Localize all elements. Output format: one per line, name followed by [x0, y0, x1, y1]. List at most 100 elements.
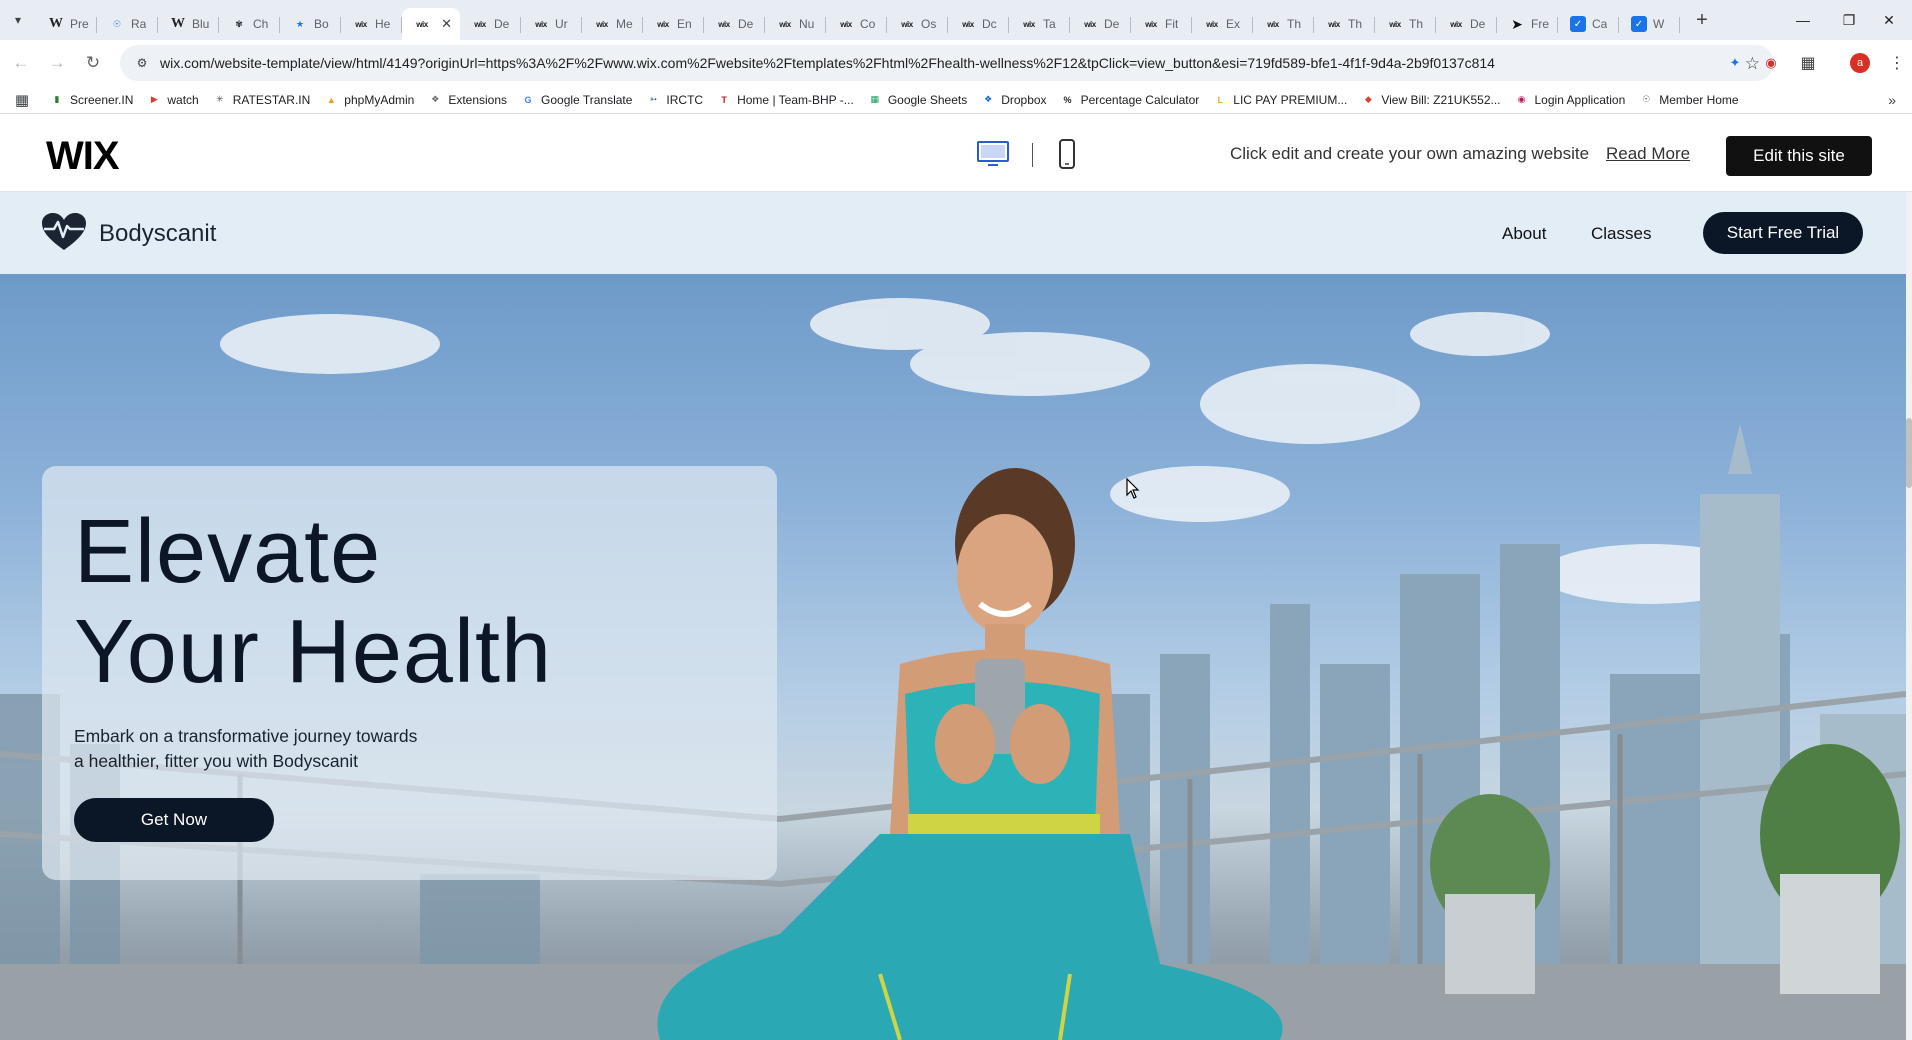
- new-tab-button[interactable]: +: [1686, 4, 1718, 36]
- scrollbar-thumb[interactable]: [1906, 418, 1912, 488]
- wix-favicon-icon: wix: [355, 19, 367, 29]
- bookmark-label: IRCTC: [666, 92, 704, 107]
- framer-favicon-icon: ➤: [1511, 15, 1523, 32]
- hero-title-line1: Elevate: [74, 502, 382, 602]
- start-free-trial-button[interactable]: Start Free Trial: [1703, 212, 1863, 254]
- bill-icon: ◆: [1364, 94, 1372, 104]
- browser-tab[interactable]: wix De: [1070, 8, 1131, 40]
- site-name[interactable]: Bodyscanit: [99, 220, 216, 248]
- browser-menu-icon[interactable]: ⋮: [1886, 52, 1908, 74]
- hero-section: Elevate Your Health Embark on a transfor…: [0, 274, 1906, 1040]
- wix-favicon-icon: wix: [474, 19, 486, 29]
- extensions-puzzle-icon[interactable]: ▦: [1797, 52, 1819, 74]
- browser-tab[interactable]: ✓ Ca: [1558, 8, 1619, 40]
- bookmark-item[interactable]: ▲ phpMyAdmin: [324, 93, 415, 107]
- browser-tab[interactable]: wix Ex: [1192, 8, 1253, 40]
- browser-tab[interactable]: ➤ Fre: [1497, 8, 1558, 40]
- bookmark-item[interactable]: ▮ Screener.IN: [50, 93, 134, 107]
- tab-title: Th: [1409, 17, 1424, 31]
- get-now-button[interactable]: Get Now: [74, 798, 274, 842]
- url-text[interactable]: wix.com/website-template/view/html/4149?…: [160, 55, 1720, 71]
- browser-tab[interactable]: wix En: [643, 8, 704, 40]
- minimize-window-icon[interactable]: —: [1780, 0, 1826, 40]
- site-header: Bodyscanit About Classes Start Free Tria…: [0, 192, 1906, 274]
- browser-tab[interactable]: wix De: [460, 8, 521, 40]
- bookmark-item[interactable]: ☉ Member Home: [1639, 93, 1738, 107]
- close-window-icon[interactable]: ✕: [1866, 0, 1912, 40]
- desktop-view-icon[interactable]: [976, 140, 1010, 168]
- wix-logo[interactable]: WIX: [46, 134, 120, 179]
- browser-tab[interactable]: W Pre: [36, 8, 97, 40]
- edit-this-site-button[interactable]: Edit this site: [1726, 136, 1872, 176]
- read-more-link[interactable]: Read More: [1606, 144, 1690, 164]
- tab-title: Me: [616, 17, 633, 31]
- browser-tab[interactable]: wix Ta: [1009, 8, 1070, 40]
- browser-toolbar: ← → ↻ ⚙ wix.com/website-template/view/ht…: [0, 40, 1912, 86]
- bookmark-item[interactable]: ❖ Dropbox: [981, 93, 1046, 107]
- percent-icon: %: [1063, 94, 1072, 105]
- browser-tab[interactable]: ★ Bo: [280, 8, 341, 40]
- reload-icon[interactable]: ↻: [78, 48, 108, 78]
- bookmark-item[interactable]: ◆ View Bill: Z21UK552...: [1361, 93, 1501, 107]
- browser-tab[interactable]: ☉ Ra: [97, 8, 158, 40]
- translate-icon: G: [524, 94, 532, 105]
- bookmark-item[interactable]: L LIC PAY PREMIUM...: [1213, 93, 1348, 107]
- browser-tab[interactable]: wix Co: [826, 8, 887, 40]
- browser-tab[interactable]: wix Ur: [521, 8, 582, 40]
- browser-tab[interactable]: wix De: [1436, 8, 1497, 40]
- page-scrollbar[interactable]: [1906, 192, 1912, 1040]
- wix-favicon-icon: wix: [1084, 19, 1096, 29]
- browser-tab[interactable]: wix Th: [1375, 8, 1436, 40]
- browser-tab[interactable]: W Blu: [158, 8, 219, 40]
- tab-title: De: [494, 17, 510, 31]
- bookmark-item[interactable]: ▦ Google Sheets: [868, 92, 968, 107]
- bookmark-item[interactable]: ▶ watch: [147, 93, 199, 107]
- tab-title: Os: [921, 17, 937, 31]
- wix-favicon-icon: wix: [840, 19, 852, 29]
- nav-classes-link[interactable]: Classes: [1591, 224, 1651, 244]
- more-bookmarks-icon[interactable]: »: [1888, 92, 1896, 108]
- site-info-icon[interactable]: ⚙: [134, 55, 150, 71]
- browser-tab[interactable]: wix Nu: [765, 8, 826, 40]
- bookmark-item[interactable]: ❖ Extensions: [428, 93, 507, 107]
- browser-tab[interactable]: wix De: [704, 8, 765, 40]
- bookmark-label: Google Sheets: [887, 92, 968, 107]
- blue-square-favicon-icon: ✓: [1570, 16, 1586, 32]
- browser-tab[interactable]: ✾ Ch: [219, 8, 280, 40]
- browser-tab[interactable]: wix Fit: [1131, 8, 1192, 40]
- shield-extension-icon[interactable]: ◉: [1760, 52, 1782, 74]
- back-icon[interactable]: ←: [6, 48, 36, 78]
- heart-pulse-logo-icon[interactable]: [40, 212, 88, 252]
- view-toggle-divider: [1032, 143, 1033, 167]
- bookmark-item[interactable]: ✳ RATESTAR.IN: [213, 93, 310, 107]
- browser-tab[interactable]: wix Th: [1253, 8, 1314, 40]
- active-tab[interactable]: wix ✕: [402, 8, 460, 40]
- globe-favicon-icon: ☉: [112, 18, 122, 29]
- browser-tab[interactable]: wix Dc: [948, 8, 1009, 40]
- close-tab-icon[interactable]: ✕: [441, 16, 452, 32]
- bookmark-star-icon[interactable]: ☆: [1745, 54, 1760, 74]
- apps-grid-icon[interactable]: ▦: [8, 91, 36, 109]
- extension-icon[interactable]: ✦: [1724, 52, 1746, 74]
- browser-tab[interactable]: ✓ W: [1619, 8, 1680, 40]
- bookmark-item[interactable]: G Google Translate: [521, 93, 633, 107]
- bookmark-item[interactable]: ◉ Login Application: [1515, 93, 1626, 107]
- tab-title: De: [738, 17, 754, 31]
- browser-tab[interactable]: wix Th: [1314, 8, 1375, 40]
- bookmark-item[interactable]: ➳ IRCTC: [646, 93, 703, 107]
- mobile-view-icon[interactable]: [1058, 139, 1076, 169]
- star-icon: ✳: [215, 94, 224, 104]
- wix-favicon-icon: wix: [657, 19, 669, 29]
- nav-about-link[interactable]: About: [1502, 224, 1546, 244]
- browser-tab[interactable]: wix Os: [887, 8, 948, 40]
- address-bar[interactable]: ⚙ wix.com/website-template/view/html/414…: [120, 45, 1774, 81]
- browser-tab[interactable]: wix Me: [582, 8, 643, 40]
- bookmark-item[interactable]: % Percentage Calculator: [1061, 93, 1200, 107]
- globe-icon: ☉: [1642, 94, 1651, 104]
- profile-avatar[interactable]: a: [1850, 53, 1870, 73]
- browser-tab[interactable]: wix He: [341, 8, 402, 40]
- forward-icon[interactable]: →: [42, 48, 72, 78]
- tab-search-icon[interactable]: ▾: [0, 0, 36, 40]
- bookmark-item[interactable]: T Home | Team-BHP -...: [717, 93, 853, 107]
- hero-title-line2: Your Health: [74, 602, 553, 702]
